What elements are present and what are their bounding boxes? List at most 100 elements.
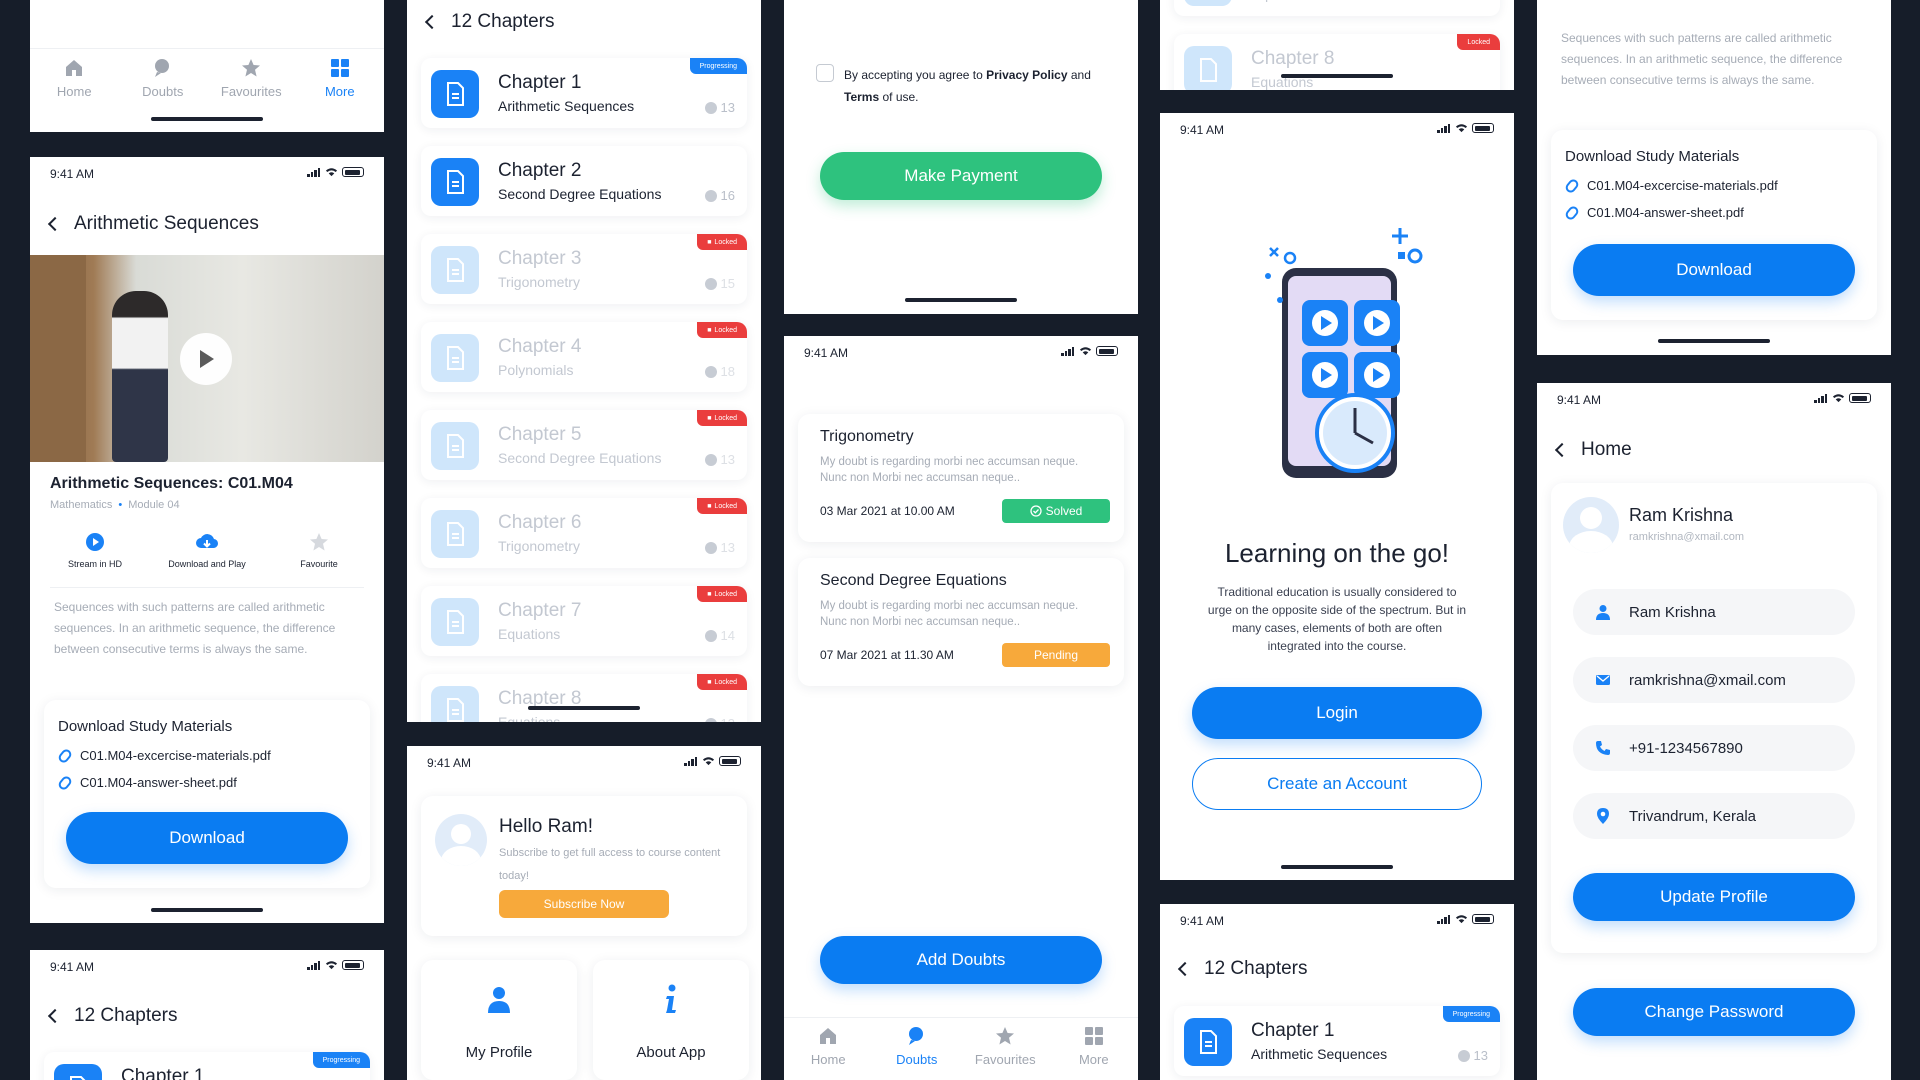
status-bar: 9:41 AM	[1160, 123, 1514, 143]
file-link-1[interactable]: C01.M04-excercise-materials.pdf	[56, 746, 271, 765]
back-icon[interactable]	[47, 216, 63, 232]
change-password-button[interactable]: Change Password	[1573, 988, 1855, 1036]
location-field[interactable]: Trivandrum, Kerala	[1573, 793, 1855, 839]
play-button[interactable]	[180, 333, 232, 385]
chapter-subtitle: Arithmetic Sequences	[498, 98, 635, 114]
badge-label: Locked	[714, 238, 737, 246]
lock-icon: ■	[707, 414, 712, 422]
download-button[interactable]: Download	[66, 812, 348, 864]
file-link-1[interactable]: C01.M04-excercise-materials.pdf	[1563, 176, 1778, 195]
video-player[interactable]	[30, 255, 384, 462]
paperclip-icon	[1563, 176, 1581, 195]
nav-favourites-label: Favourites	[974, 1052, 1036, 1067]
document-icon	[431, 686, 479, 722]
locked-badge: ■ Locked	[697, 234, 747, 250]
status-bar: 9:41 AM	[1160, 914, 1514, 934]
locked-badge: Locked	[1457, 34, 1500, 50]
star-icon	[310, 533, 328, 551]
privacy-policy-link[interactable]: Privacy Policy	[986, 68, 1067, 82]
favourite-action[interactable]: Favourite	[274, 532, 364, 569]
make-payment-button[interactable]: Make Payment	[820, 152, 1102, 200]
chapter-card-1[interactable]: Chapter 1 Progressing	[44, 1052, 370, 1080]
stream-hd-action[interactable]: Stream in HD	[50, 532, 140, 569]
chapter-title: Chapter 3	[498, 248, 582, 269]
badge-label: Progressing	[322, 1056, 360, 1064]
chapter-card-7[interactable]: Chapter 7 Equations 14 ■ Locked	[421, 586, 747, 656]
home-indicator	[1281, 74, 1393, 78]
chapter-card-1[interactable]: Chapter 1 Arithmetic Sequences 13 Progre…	[1174, 1006, 1500, 1076]
pending-badge: Pending	[1002, 643, 1110, 667]
document-icon	[1184, 46, 1232, 90]
badge-label: Progressing	[699, 62, 737, 70]
phone-field[interactable]: +91-1234567890	[1573, 725, 1855, 771]
chapter-card-4[interactable]: Chapter 4 Polynomials 18 ■ Locked	[421, 322, 747, 392]
nav-favourites[interactable]: Favourites	[965, 1026, 1045, 1067]
nav-home[interactable]: Home	[788, 1026, 868, 1067]
terms-link[interactable]: Terms	[844, 90, 879, 104]
back-icon[interactable]	[1554, 442, 1570, 458]
name-field[interactable]: Ram Krishna	[1573, 589, 1855, 635]
materials-title: Download Study Materials	[1565, 148, 1740, 165]
login-button[interactable]: Login	[1192, 687, 1482, 739]
back-icon[interactable]	[1177, 961, 1193, 977]
download-button[interactable]: Download	[1573, 244, 1855, 296]
update-profile-button[interactable]: Update Profile	[1573, 873, 1855, 921]
doubt-status: Pending	[1033, 648, 1079, 662]
download-play-action[interactable]: Download and Play	[152, 532, 262, 569]
wifi-icon	[1455, 915, 1468, 924]
lesson-count: 13	[704, 100, 735, 115]
chapter-card-6[interactable]: Chapter 6 Trigonometry 13 ■ Locked	[421, 498, 747, 568]
home-indicator	[1658, 339, 1770, 343]
nav-doubts[interactable]: Doubts	[123, 58, 203, 99]
file-link-2[interactable]: C01.M04-answer-sheet.pdf	[56, 773, 237, 792]
subscribe-button[interactable]: Subscribe Now	[499, 890, 669, 918]
add-doubts-button[interactable]: Add Doubts	[820, 936, 1102, 984]
back-icon[interactable]	[424, 14, 440, 30]
onboarding-screen: 9:41 AM Learning on the go! Traditional …	[1160, 113, 1514, 880]
locked-badge: ■ Locked	[697, 410, 747, 426]
create-account-button[interactable]: Create an Account	[1192, 758, 1482, 810]
chapter-title: Chapter 8	[1251, 48, 1335, 69]
my-profile-tile[interactable]: My Profile	[421, 960, 577, 1080]
status-bar: 9:41 AM	[1537, 393, 1891, 413]
status-time: 9:41 AM	[1180, 123, 1225, 137]
nav-home[interactable]: Home	[34, 58, 114, 99]
info-icon	[666, 984, 676, 1013]
nav-doubts[interactable]: Doubts	[877, 1026, 957, 1067]
chapter-card-2[interactable]: Chapter 2 Second Degree Equations 16	[421, 146, 747, 216]
file-link-2[interactable]: C01.M04-answer-sheet.pdf	[1563, 203, 1744, 222]
cloud-download-icon	[196, 534, 219, 549]
chapter-card-7[interactable]: Equations	[1174, 0, 1500, 16]
count-value: 13	[720, 452, 735, 467]
email-field[interactable]: ramkrishna@xmail.com	[1573, 657, 1855, 703]
home-indicator	[1281, 865, 1393, 869]
chapter-title: Chapter 1	[1251, 1020, 1335, 1041]
home-indicator	[905, 298, 1017, 302]
back-icon[interactable]	[47, 1008, 63, 1024]
doubt-title: Second Degree Equations	[820, 572, 1007, 589]
file-name: C01.M04-answer-sheet.pdf	[1587, 205, 1744, 220]
status-time: 9:41 AM	[1180, 914, 1225, 928]
doubt-card-2[interactable]: Second Degree Equations My doubt is rega…	[798, 558, 1124, 686]
document-icon	[431, 422, 479, 470]
chapter-card-1[interactable]: Chapter 1 Arithmetic Sequences 13 Progressi…	[421, 58, 747, 128]
chapter-card-5[interactable]: Chapter 5 Second Degree Equations 13 ■ Locke…	[421, 410, 747, 480]
doubt-card-1[interactable]: Trigonometry My doubt is regarding morbi…	[798, 414, 1124, 542]
nav-doubts-label: Doubts	[142, 84, 184, 99]
page-title: 12 Chapters	[74, 1005, 178, 1026]
chapter-card-8[interactable]: Chapter 8 Equations Locked	[1174, 34, 1500, 90]
chapter-card-3[interactable]: Chapter 3 Trigonometry 15 ■ Locked	[421, 234, 747, 304]
file-name: C01.M04-excercise-materials.pdf	[80, 748, 271, 763]
home-screen: 9:41 AM Hello Ram! Subscribe to get full…	[407, 746, 761, 1080]
solved-badge: Solved	[1002, 499, 1110, 523]
nav-more[interactable]: More	[1054, 1026, 1134, 1067]
agree-checkbox[interactable]	[816, 64, 834, 82]
nav-more[interactable]: More	[300, 58, 380, 99]
chapter-card-8[interactable]: Chapter 8Equations13■Locked	[421, 674, 747, 722]
header: 12 Chapters	[1177, 958, 1308, 980]
chapter-title: Chapter 1	[498, 72, 582, 93]
profile-name: Ram Krishna	[1629, 505, 1734, 525]
about-app-tile[interactable]: About App	[593, 960, 749, 1080]
header: 12 Chapters	[424, 11, 555, 33]
nav-favourites[interactable]: Favourites	[211, 58, 291, 99]
